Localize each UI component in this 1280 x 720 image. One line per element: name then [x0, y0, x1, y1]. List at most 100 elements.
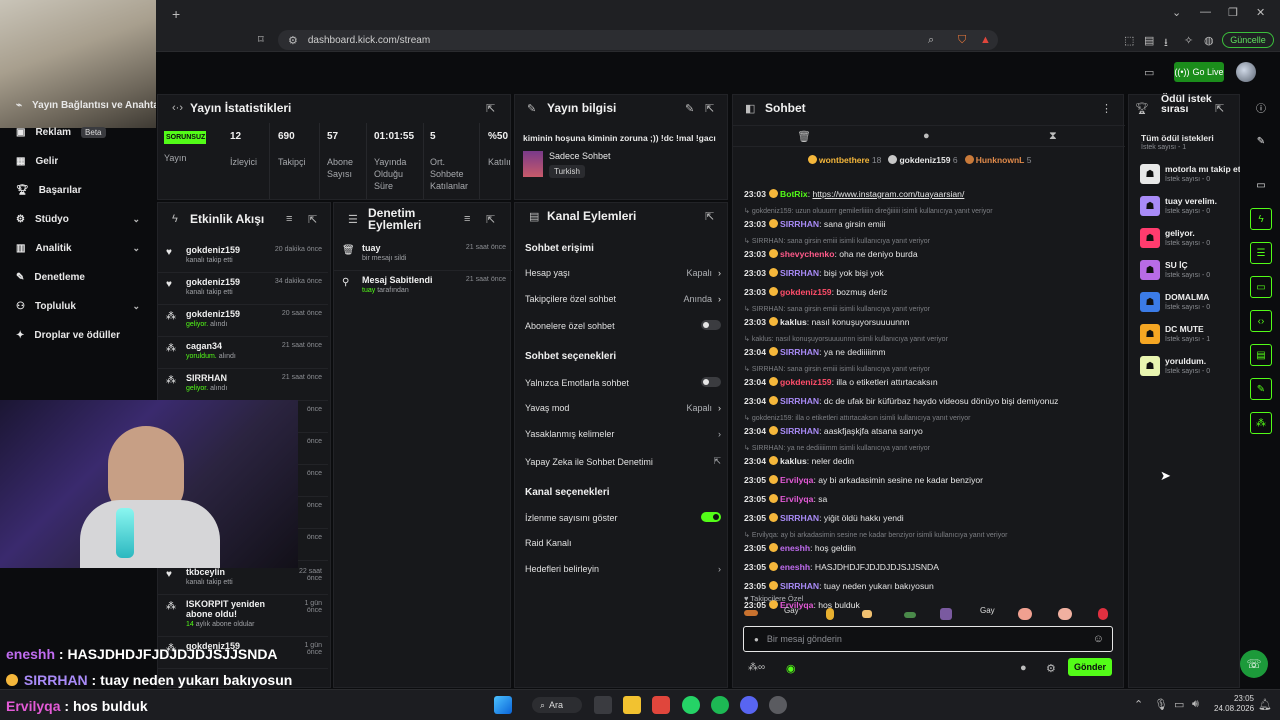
theater-icon[interactable]: ▭: [1144, 66, 1154, 79]
chat-username[interactable]: SIRRHAN: [780, 513, 819, 523]
chat-message[interactable]: 23:04 SIRRHAN: aaskfjaşkjfa atsana sarıyo: [744, 426, 1124, 436]
obs-icon[interactable]: [769, 696, 787, 714]
stream-icon[interactable]: ▭: [1250, 174, 1272, 196]
emote[interactable]: [1058, 608, 1072, 620]
emote[interactable]: [940, 608, 952, 620]
reward-item[interactable]: ☗ geliyor. İstek sayısı - 0: [1140, 226, 1240, 254]
chat-username[interactable]: Ervilyqa: [780, 494, 813, 504]
rewards-triangle-icon[interactable]: ▲: [980, 34, 991, 46]
event-row[interactable]: ⁂ gokdeniz159 geliyor. alındı 20 saat ön…: [158, 305, 328, 337]
popout-icon[interactable]: ⇱: [705, 102, 714, 115]
chat-username[interactable]: SIRRHAN: [780, 581, 819, 591]
setting-subs-only[interactable]: Abonelere özel sohbet: [525, 320, 721, 332]
update-button[interactable]: Güncelle: [1222, 32, 1274, 48]
chat-message[interactable]: 23:03 shevychenko: oha ne deniyo burda: [744, 249, 1124, 259]
taskbar-clock[interactable]: 23:05 24.08.2026: [1214, 694, 1254, 714]
popout-icon[interactable]: ⇱: [308, 213, 317, 226]
emote-gay-2[interactable]: Gay: [980, 606, 995, 615]
task-view-icon[interactable]: [594, 696, 612, 714]
setting-goals[interactable]: Hedefleri belirleyin ›: [525, 564, 721, 574]
chat-message[interactable]: 23:05 eneshh: hoş geldiin: [744, 543, 1124, 553]
site-info-icon[interactable]: ⚙: [288, 34, 298, 47]
chat-message[interactable]: 23:05 Ervilyqa: sa: [744, 494, 1124, 504]
chat-username[interactable]: gokdeniz159: [780, 377, 832, 387]
nav-item-drops[interactable]: ✦ Droplar ve ödüller: [0, 321, 156, 350]
vpn-icon[interactable]: ◍: [1204, 34, 1214, 47]
close-window-icon[interactable]: ✕: [1256, 6, 1265, 19]
hourglass-icon[interactable]: ⧗: [1049, 130, 1057, 143]
chat-message[interactable]: 23:03 gokdeniz159: bozmuş deriz: [744, 287, 1124, 297]
chat-message[interactable]: 23:05 Ervilyqa: ay bi arkadasimin sesine …: [744, 475, 1124, 485]
chat-username[interactable]: SIRRHAN: [780, 347, 819, 357]
gifter-2[interactable]: gokdeniz159 6: [888, 155, 958, 165]
notification-bell-icon[interactable]: 🔔︎: [1258, 698, 1272, 711]
event-row[interactable]: ⁂ cagan34 yoruldum. alındı 21 saat önce: [158, 337, 328, 369]
filter-icon[interactable]: ≡: [464, 213, 470, 225]
emote[interactable]: [1098, 608, 1108, 620]
setting-ai-moderation[interactable]: Yapay Zeka ile Sohbet Denetimi ⇱: [525, 456, 721, 467]
setting-followers-only[interactable]: Takipçilere özel sohbet Anında ›: [525, 294, 721, 304]
brave-shield-icon[interactable]: ⛉: [958, 34, 966, 47]
avatar[interactable]: [1236, 62, 1256, 82]
taskbar-search[interactable]: ⌕ Ara: [532, 697, 582, 713]
edit-icon[interactable]: ✎: [685, 102, 694, 115]
setting-raid-channel[interactable]: Raid Kanalı: [525, 538, 721, 548]
subs-only-toggle[interactable]: [701, 320, 721, 330]
reward-item[interactable]: ☗ tuay verelim. İstek sayısı - 0: [1140, 194, 1240, 222]
send-button[interactable]: Gönder: [1068, 658, 1112, 676]
bookmark-icon[interactable]: ⌑: [258, 33, 264, 46]
popout-icon[interactable]: ⇱: [1215, 102, 1224, 115]
event-row[interactable]: ⁂ ISKORPIT yeniden abone oldu! 14 aylık …: [158, 595, 328, 637]
emote[interactable]: [904, 612, 916, 618]
extensions-icon[interactable]: ⬚: [1124, 34, 1134, 47]
chat-username[interactable]: SIRRHAN: [780, 426, 819, 436]
support-chat-button[interactable]: ☏: [1240, 650, 1268, 678]
chat-username[interactable]: SIRRHAN: [780, 268, 819, 278]
gifter-3[interactable]: HunknownL 5: [964, 155, 1031, 165]
mod-row[interactable]: ⚲ Mesaj Sabitlendi tuay tarafından 21 sa…: [334, 271, 512, 303]
chat-message[interactable]: 23:05 SIRRHAN: yiğit öldü hakkı yendi: [744, 513, 1124, 523]
event-row[interactable]: ♥ gokdeniz159 kanalı takip etti 34 dakik…: [158, 273, 328, 305]
tab-list-icon[interactable]: ⌄: [1172, 6, 1181, 19]
setting-emote-only[interactable]: Yalnızca Emotlarla sohbet: [525, 377, 721, 389]
chat-username[interactable]: BotRix: [780, 189, 808, 199]
list-icon[interactable]: ☰: [1250, 242, 1272, 264]
chat-message[interactable]: 23:04 gokdeniz159: illa o etiketleri attı…: [744, 377, 1124, 387]
brave-browser-icon[interactable]: [652, 696, 670, 714]
chat-username[interactable]: shevychenko: [780, 249, 834, 259]
channel-icon[interactable]: ▤: [1250, 344, 1272, 366]
chat-message[interactable]: 23:04 kaklus: neler dedin: [744, 456, 1124, 466]
chat-message[interactable]: 23:04 SIRRHAN: ya ne dediiiiimm: [744, 347, 1124, 357]
stats-icon[interactable]: ‹›: [1250, 310, 1272, 332]
go-live-button[interactable]: ((•)) Go Live: [1174, 62, 1224, 82]
chat-username[interactable]: eneshh: [780, 543, 810, 553]
more-icon[interactable]: ⋮: [1101, 102, 1112, 115]
url-field[interactable]: ⚙ dashboard.kick.com/stream ⌕ ⛉ ▲: [278, 30, 998, 50]
minimize-icon[interactable]: —: [1200, 6, 1211, 18]
emote[interactable]: [744, 610, 758, 616]
mod-row[interactable]: 🗑︎ tuay bir mesajı sildi 21 saat önce: [334, 239, 512, 271]
reward-item[interactable]: ☗ DC MUTE İstek sayısı - 1: [1140, 322, 1240, 350]
emote[interactable]: [862, 610, 872, 618]
chat-message[interactable]: 23:03 SIRRHAN: sana girsin emiii: [744, 219, 1124, 229]
volume-icon[interactable]: 🔊︎: [1192, 698, 1199, 711]
rewards-icon[interactable]: ⁂: [1250, 412, 1272, 434]
chat-message[interactable]: 23:03 SIRRHAN: bişi yok bişi yok: [744, 268, 1124, 278]
tray-chevron-icon[interactable]: ⌃: [1134, 698, 1143, 711]
reward-item[interactable]: ☗ motorla mı takip et İstek sayısı - 0: [1140, 162, 1240, 190]
emote-only-toggle[interactable]: [701, 377, 721, 387]
event-row[interactable]: ⁂ SIRRHAN geliyor. alındı 21 saat önce: [158, 369, 328, 401]
mod-tools-icon[interactable]: ⁂∞: [748, 662, 765, 673]
setting-banned-words[interactable]: Yasaklanmış kelimeler ›: [525, 429, 721, 439]
discord-icon[interactable]: [740, 696, 758, 714]
popout-icon[interactable]: ⇱: [486, 102, 495, 115]
edit-icon[interactable]: ✎: [1250, 130, 1272, 152]
zoom-icon[interactable]: ⌕: [928, 34, 934, 47]
gifter-1[interactable]: wontbethere 18: [808, 155, 881, 165]
windows-start-icon[interactable]: [494, 696, 512, 714]
new-tab-button[interactable]: +: [172, 6, 180, 22]
chat-message[interactable]: 23:05 SIRRHAN: tuay neden yukarı bakıyosu…: [744, 581, 1124, 591]
nav-item-community[interactable]: ⚇ Topluluk ⌄: [0, 292, 156, 321]
whatsapp-icon[interactable]: [682, 696, 700, 714]
reward-item[interactable]: ☗ SU İÇ İstek sayısı - 0: [1140, 258, 1240, 286]
